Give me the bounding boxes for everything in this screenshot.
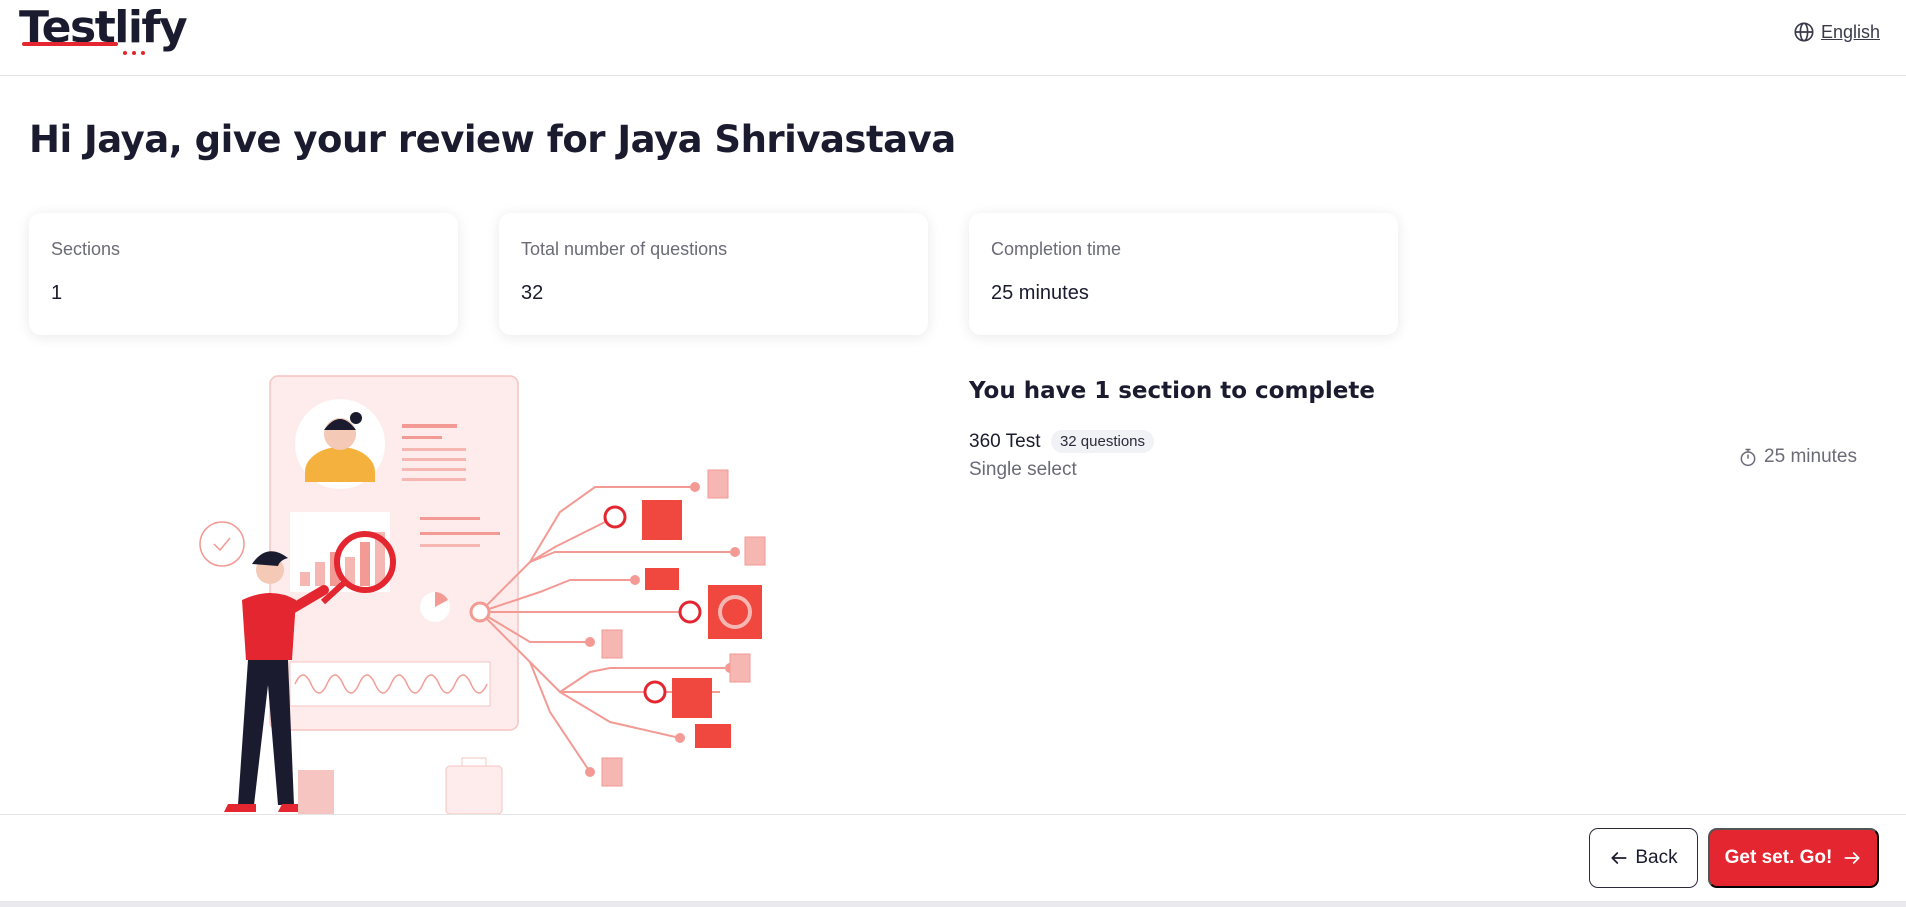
- section-time-label: 25 minutes: [1764, 446, 1857, 467]
- section-type: Single select: [969, 459, 1077, 480]
- top-bar: Testlify English: [0, 0, 1906, 76]
- section-time: 25 minutes: [1738, 446, 1857, 468]
- review-illustration: [199, 375, 766, 814]
- go-button-label: Get set. Go!: [1724, 847, 1833, 868]
- stat-label: Sections: [51, 239, 121, 259]
- sections-heading: You have 1 section to complete: [969, 378, 1375, 404]
- page-title: Hi Jaya, give your review for Jaya Shriv…: [29, 118, 956, 161]
- stat-card-completion-time: Completion time 25 minutes: [969, 213, 1398, 335]
- language-label: English: [1820, 21, 1880, 42]
- section-item: 360 Test 32 questions Single select 25 m…: [969, 430, 1857, 490]
- back-button[interactable]: Back: [1589, 828, 1698, 888]
- arrow-left-icon: [1611, 852, 1627, 864]
- logo-dots: [123, 42, 150, 55]
- arrow-right-icon: [1844, 852, 1860, 864]
- back-button-label: Back: [1635, 847, 1678, 868]
- stat-card-sections: Sections 1: [29, 213, 458, 335]
- stopwatch-icon: [1740, 448, 1756, 467]
- questions-badge: 32 questions: [1050, 430, 1155, 453]
- language-selector[interactable]: English: [1793, 20, 1880, 44]
- testlify-logo[interactable]: Testlify: [19, 2, 188, 54]
- stat-value: 32: [521, 282, 544, 304]
- logo-underline: [22, 42, 118, 46]
- stat-value: 1: [51, 282, 63, 304]
- stat-card-questions: Total number of questions 32: [499, 213, 928, 335]
- stat-value: 25 minutes: [991, 282, 1089, 304]
- stat-label: Total number of questions: [521, 239, 728, 259]
- stat-label: Completion time: [991, 239, 1122, 259]
- get-set-go-button[interactable]: Get set. Go!: [1708, 828, 1879, 888]
- bottom-strip: [0, 901, 1906, 907]
- section-name: 360 Test: [969, 430, 1041, 452]
- globe-icon: [1794, 22, 1814, 42]
